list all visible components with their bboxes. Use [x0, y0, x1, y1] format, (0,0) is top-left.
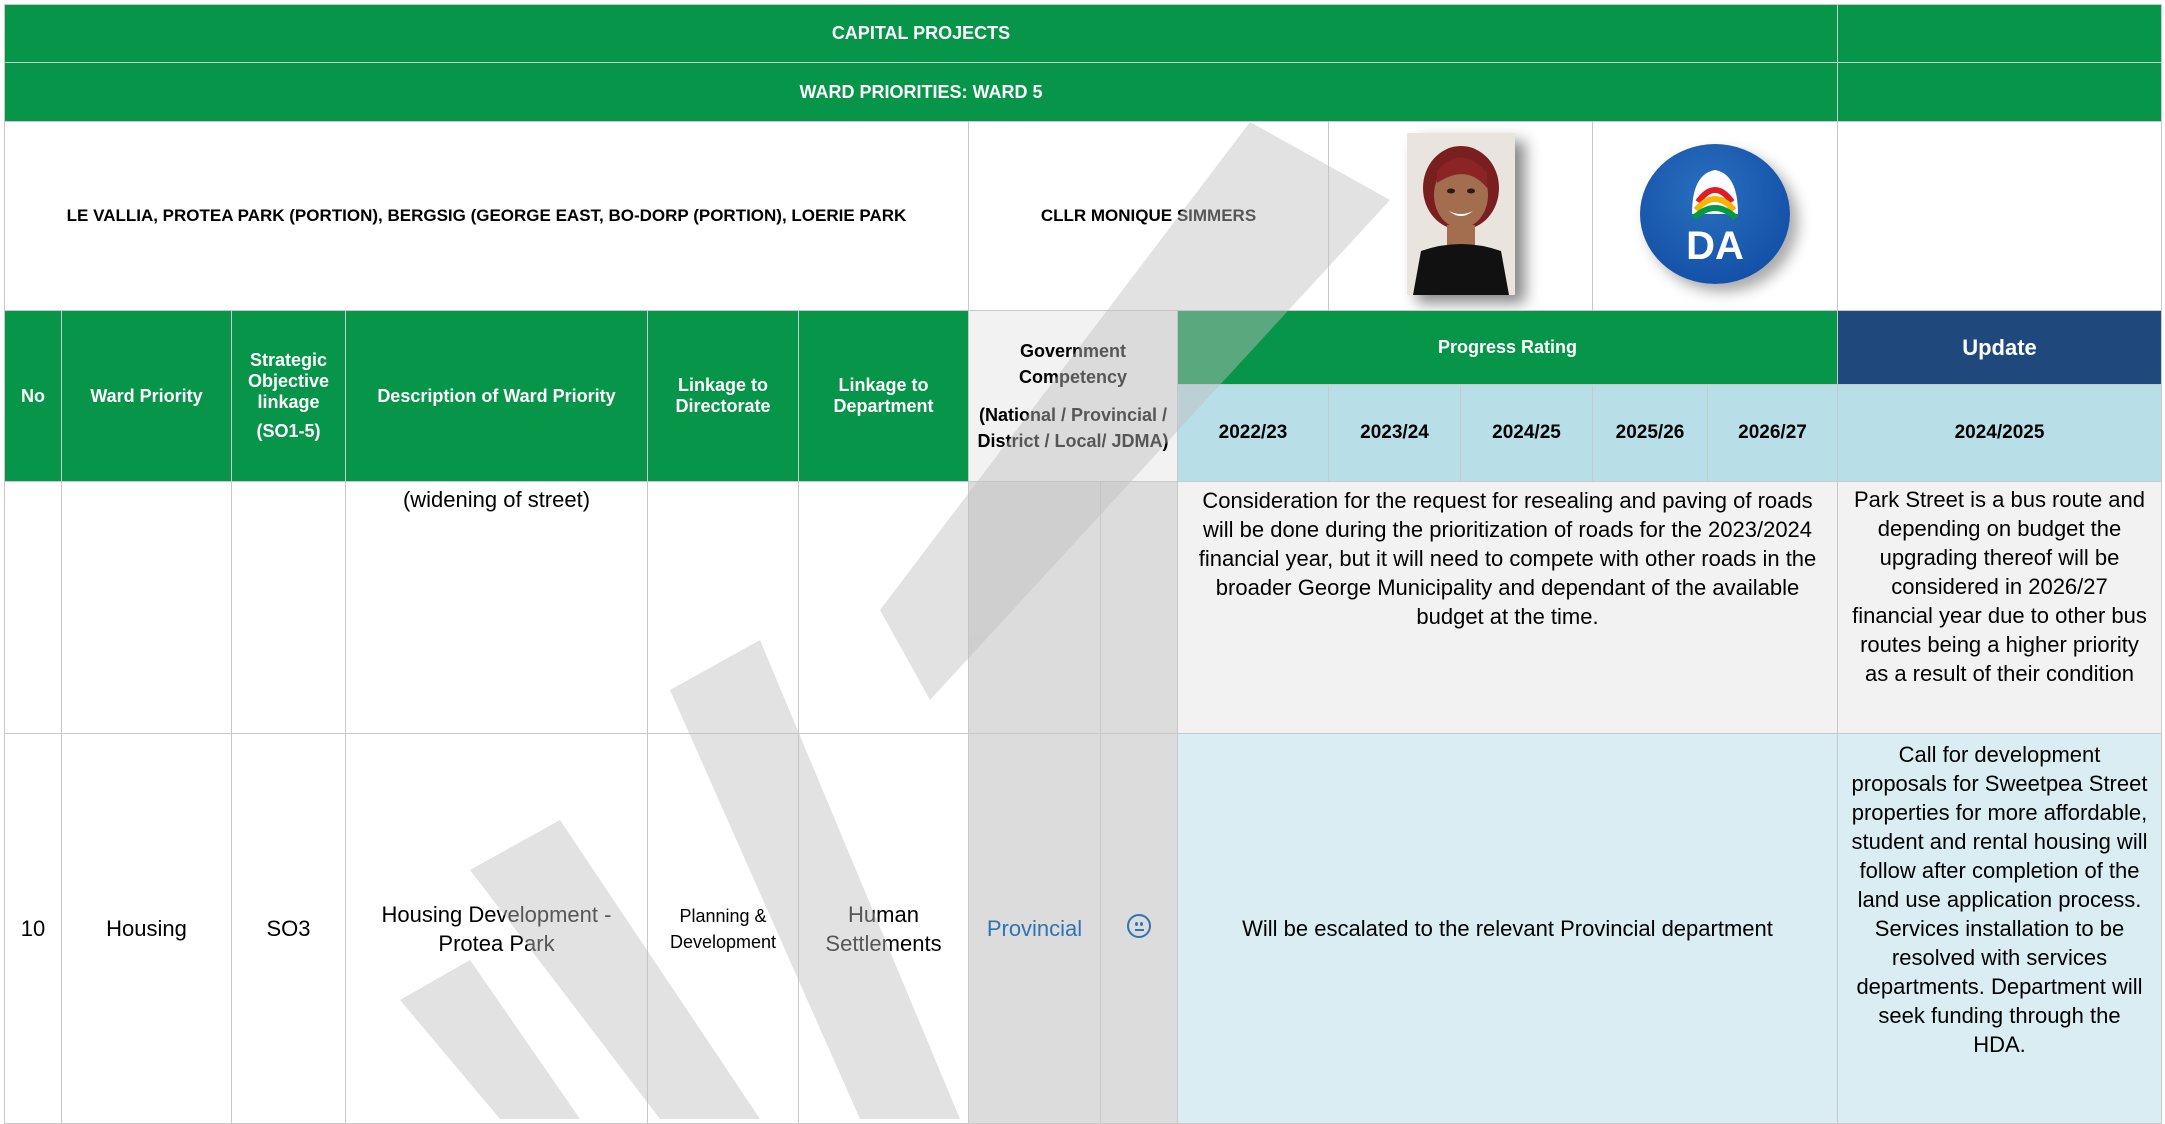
row-competency	[968, 481, 1101, 734]
row-update: Park Street is a bus route and depending…	[1837, 481, 2162, 734]
row-progress: Will be escalated to the relevant Provin…	[1177, 733, 1838, 1124]
row-directorate	[647, 481, 799, 734]
year-2022-23: 2022/23	[1177, 384, 1329, 482]
header-right-cell-2	[1837, 62, 2162, 122]
capital-projects-title: CAPITAL PROJECTS	[4, 4, 1838, 63]
update-year: 2024/2025	[1837, 384, 2162, 482]
col-competency: Government Competency (National / Provin…	[968, 310, 1178, 482]
year-2023-24: 2023/24	[1328, 384, 1461, 482]
councillor-photo-cell	[1328, 121, 1593, 311]
councillor-photo	[1406, 132, 1515, 295]
col-strategic-range: (SO1-5)	[256, 421, 321, 441]
da-logo-text: DA	[1686, 223, 1744, 268]
row-department	[798, 481, 969, 734]
row-update: Call for development proposals for Sweet…	[1837, 733, 2162, 1124]
ward-title: WARD PRIORITIES: WARD 5	[4, 62, 1838, 122]
row-ward-priority: Housing	[61, 733, 232, 1124]
col-strategic-text: Strategic Objective linkage	[247, 350, 330, 412]
row-competency: Provincial	[968, 733, 1101, 1124]
col-ward-priority: Ward Priority	[61, 310, 232, 482]
col-progress-rating: Progress Rating	[1177, 310, 1838, 385]
year-2025-26: 2025/26	[1592, 384, 1708, 482]
row-description: Housing Development - Protea Park	[345, 733, 648, 1124]
ward-priorities-table: CAPITAL PROJECTS WARD PRIORITIES: WARD 5…	[4, 4, 2162, 1124]
col-description: Description of Ward Priority	[345, 310, 648, 482]
col-update: Update	[1837, 310, 2162, 385]
row-directorate: Planning & Development	[647, 733, 799, 1124]
table-row: (widening of street) Consideration for t…	[4, 481, 2162, 734]
ward-areas: LE VALLIA, PROTEA PARK (PORTION), BERGSI…	[4, 121, 969, 311]
col-directorate: Linkage to Directorate	[647, 310, 799, 482]
header-right-blank	[1837, 121, 2162, 311]
councillor-name: CLLR MONIQUE SIMMERS	[968, 121, 1329, 311]
da-party-logo: DA	[1640, 143, 1790, 284]
col-competency-title: Government Competency	[1018, 341, 1128, 387]
row-status	[1100, 733, 1178, 1124]
year-2024-25: 2024/25	[1460, 384, 1593, 482]
party-logo-cell: DA	[1592, 121, 1838, 311]
row-strategic	[231, 481, 346, 734]
year-2026-27: 2026/27	[1707, 384, 1838, 482]
header-right-cell	[1837, 4, 2162, 63]
row-ward-priority	[61, 481, 232, 734]
col-strategic: Strategic Objective linkage (SO1-5)	[231, 310, 346, 482]
neutral-face-icon	[1127, 914, 1151, 938]
row-no: 10	[4, 733, 62, 1124]
row-progress: Consideration for the request for reseal…	[1177, 481, 1838, 734]
col-department: Linkage to Department	[798, 310, 969, 482]
row-status	[1100, 481, 1178, 734]
col-competency-scope: (National / Provincial / District / Loca…	[977, 405, 1169, 451]
portrait-image	[1406, 132, 1515, 295]
table-row: 10 Housing SO3 Housing Development - Pro…	[4, 733, 2162, 1124]
row-no	[4, 481, 62, 734]
row-description: (widening of street)	[345, 481, 648, 734]
col-no: No	[4, 310, 62, 482]
row-strategic: SO3	[231, 733, 346, 1124]
row-department: Human Settlements	[798, 733, 969, 1124]
